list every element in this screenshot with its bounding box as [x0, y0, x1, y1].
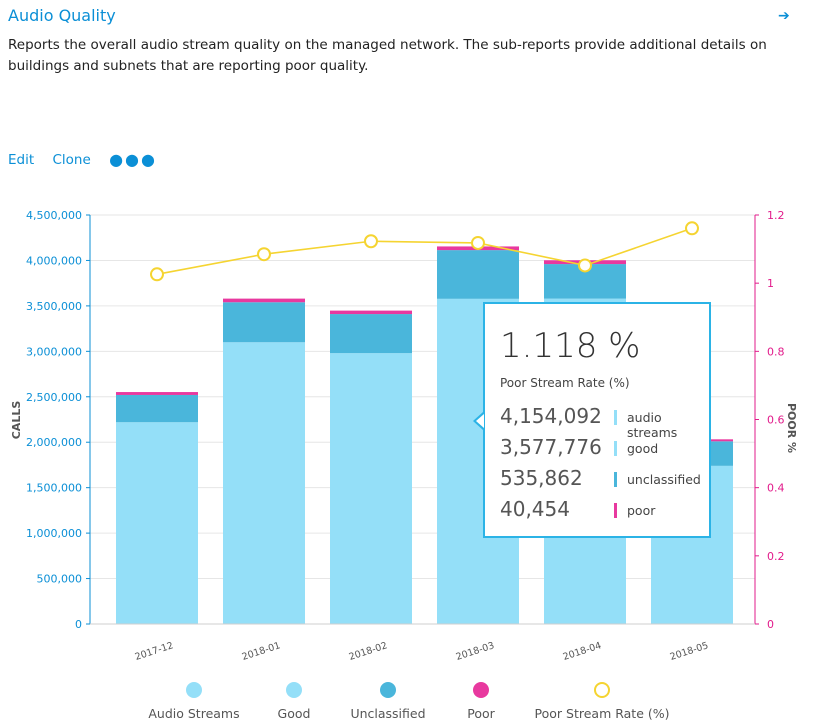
tooltip-value: 3,577,776	[500, 435, 602, 459]
y-tick-label: 1,500,000	[26, 482, 82, 495]
y-axis-title: CALLS	[10, 401, 23, 440]
legend-unclassified-label[interactable]: Unclassified	[350, 706, 425, 721]
y2-tick-label: 0	[767, 618, 774, 631]
tooltip-swatch	[614, 441, 617, 456]
y2-tick-label: 1.2	[767, 209, 785, 222]
y-tick-label: 3,500,000	[26, 300, 82, 313]
y-tick-label: 4,500,000	[26, 209, 82, 222]
y-tick-label: 0	[75, 618, 82, 631]
y2-tick-label: 1	[767, 277, 774, 290]
tooltip-subtitle: Poor Stream Rate (%)	[500, 376, 630, 390]
y-tick-label: 3,000,000	[26, 345, 82, 358]
x-tick-label: 2018-02	[348, 640, 389, 663]
legend-poor-stream-rate-label[interactable]: Poor Stream Rate (%)	[535, 706, 670, 721]
bar-unclassified[interactable]	[437, 250, 519, 299]
bar-poor[interactable]	[223, 298, 305, 303]
tooltip-value: 535,862	[500, 466, 583, 490]
x-tick-label: 2017-12	[134, 640, 175, 663]
tooltip-caret-inner	[476, 414, 484, 428]
tooltip-label: unclassified	[627, 472, 701, 487]
y2-tick-label: 0.6	[767, 414, 785, 427]
tooltip-row-good: 3,577,776 good	[500, 435, 710, 463]
tooltip-row-unclassified: 535,862 unclassified	[500, 466, 710, 494]
chart-tooltip: 1.118 % Poor Stream Rate (%) 4,154,092 a…	[483, 302, 711, 538]
tooltip-row-poor: 40,454 poor	[500, 497, 710, 525]
tooltip-rate-value: 1.118 %	[500, 326, 641, 366]
bar-unclassified[interactable]	[330, 314, 412, 354]
poor-rate-point[interactable]	[364, 234, 378, 249]
tooltip-label: good	[627, 441, 659, 456]
bar-unclassified[interactable]	[116, 394, 198, 423]
legend-poor-swatch[interactable]	[473, 682, 489, 698]
y-tick-label: 1,000,000	[26, 527, 82, 540]
x-tick-label: 2018-03	[455, 640, 496, 663]
y2-tick-label: 0.4	[767, 482, 785, 495]
poor-rate-point[interactable]	[257, 247, 271, 262]
bar-good[interactable]	[330, 353, 412, 624]
x-tick-label: 2018-05	[669, 640, 710, 663]
poor-rate-point[interactable]	[150, 267, 164, 282]
tooltip-swatch	[614, 410, 617, 425]
y2-tick-label: 0.8	[767, 345, 785, 358]
legend-good-swatch[interactable]	[286, 682, 302, 698]
tooltip-value: 4,154,092	[500, 404, 602, 428]
bar-good[interactable]	[116, 422, 198, 624]
x-tick-label: 2018-01	[241, 640, 282, 663]
legend-good-label[interactable]: Good	[278, 706, 311, 721]
y2-tick-label: 0.2	[767, 550, 785, 563]
tooltip-label: poor	[627, 503, 656, 518]
bar-poor[interactable]	[116, 392, 198, 395]
legend-poor-label[interactable]: Poor	[467, 706, 495, 721]
y2-axis-title: POOR %	[785, 403, 798, 453]
poor-rate-point[interactable]	[578, 258, 592, 273]
legend-poor-stream-rate-swatch[interactable]	[594, 682, 610, 698]
tooltip-swatch	[614, 472, 617, 487]
x-tick-label: 2018-04	[562, 640, 603, 663]
bar-unclassified[interactable]	[223, 302, 305, 343]
poor-rate-point[interactable]	[685, 221, 699, 236]
y-tick-label: 4,000,000	[26, 254, 82, 267]
tooltip-row-audio-streams: 4,154,092 audio streams	[500, 404, 710, 440]
bar-poor[interactable]	[330, 310, 412, 315]
legend-unclassified-swatch[interactable]	[380, 682, 396, 698]
tooltip-swatch	[614, 503, 617, 518]
y-tick-label: 500,000	[37, 573, 83, 586]
tooltip-value: 40,454	[500, 497, 570, 521]
y-tick-label: 2,500,000	[26, 391, 82, 404]
poor-rate-point[interactable]	[471, 235, 485, 250]
y-tick-label: 2,000,000	[26, 436, 82, 449]
legend-audio-streams-label[interactable]: Audio Streams	[148, 706, 239, 721]
bar-good[interactable]	[223, 342, 305, 624]
legend-audio-streams-swatch[interactable]	[186, 682, 202, 698]
